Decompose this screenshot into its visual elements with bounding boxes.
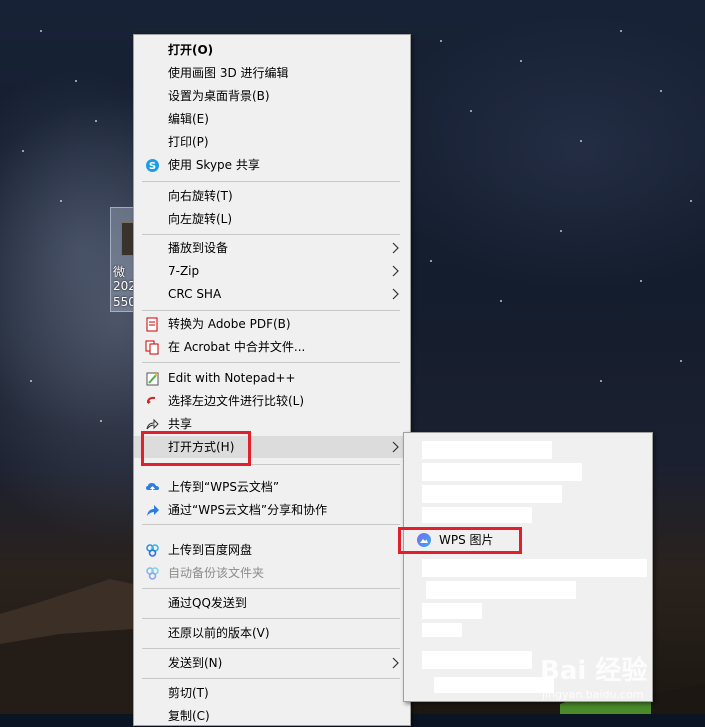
menu-item-edit-with-paint3d[interactable]: 使用画图 3D 进行编辑 [134, 62, 410, 84]
skype-icon: S [146, 159, 159, 172]
menu-item-label: Edit with Notepad++ [168, 371, 296, 385]
menu-item-label: 上传到百度网盘 [168, 543, 253, 557]
menu-separator [142, 310, 400, 311]
menu-separator [142, 588, 400, 589]
menu-item-label: 打开(O) [168, 43, 214, 57]
menu-item-label: 使用画图 3D 进行编辑 [168, 66, 289, 80]
menu-item-label: 复制(C) [168, 709, 210, 723]
redacted-submenu-item [422, 651, 532, 669]
menu-item-label: 向右旋转(T) [168, 189, 233, 203]
watermark-text: Bai 经验 [540, 656, 648, 686]
menu-item-send-to[interactable]: 发送到(N) [134, 652, 410, 674]
menu-item-edit-with-notepadpp[interactable]: Edit with Notepad++ [134, 367, 410, 389]
compare-icon [147, 396, 156, 404]
menu-item-label: 打印(P) [168, 135, 209, 149]
menu-item-edit[interactable]: 编辑(E) [134, 108, 410, 130]
cloud-upload-icon [146, 483, 159, 492]
menu-item-share-with-skype[interactable]: S 使用 Skype 共享 [134, 154, 410, 176]
chevron-right-icon [392, 441, 399, 453]
menu-item-open[interactable]: 打开(O) [134, 39, 410, 61]
baidu-jingyan-watermark: Bai 经验 jingyan.baidu.com [536, 640, 701, 710]
context-menu: 打开(O) 使用画图 3D 进行编辑 设置为桌面背景(B) 编辑(E) 打印(P… [133, 34, 411, 726]
menu-item-label: 使用 Skype 共享 [168, 158, 260, 172]
menu-separator [142, 362, 400, 363]
chevron-right-icon [392, 242, 399, 254]
menu-item-select-left-compare[interactable]: 选择左边文件进行比较(L) [134, 390, 410, 412]
menu-item-label: 上传到“WPS云文档” [168, 480, 280, 494]
menu-item-cut[interactable]: 剪切(T) [134, 682, 410, 704]
menu-item-label: 通过“WPS云文档”分享和协作 [168, 503, 328, 517]
redacted-submenu-item [426, 581, 576, 599]
menu-separator [142, 234, 400, 235]
redacted-submenu-item [422, 623, 462, 637]
share-icon [146, 418, 159, 430]
baidu-netdisk-icon [146, 567, 159, 580]
acrobat-combine-icon [145, 340, 159, 355]
menu-item-label: 共享 [168, 417, 193, 431]
menu-item-restore-previous-versions[interactable]: 还原以前的版本(V) [134, 622, 410, 644]
menu-item-label: 向左旋转(L) [168, 212, 233, 226]
menu-separator [142, 648, 400, 649]
menu-item-share-via-wps-cloud[interactable]: 通过“WPS云文档”分享和协作 [134, 499, 410, 521]
chevron-right-icon [392, 657, 399, 669]
menu-item-convert-to-pdf[interactable]: 转换为 Adobe PDF(B) [134, 313, 410, 335]
menu-item-label: 设置为桌面背景(B) [168, 89, 270, 103]
menu-item-label: 7-Zip [168, 264, 200, 278]
redacted-submenu-item [422, 507, 532, 523]
menu-item-cast-to-device[interactable]: 播放到设备 [134, 237, 410, 259]
menu-item-send-via-qq[interactable]: 通过QQ发送到 [134, 592, 410, 614]
menu-item-crc-sha[interactable]: CRC SHA [134, 283, 410, 305]
menu-item-label: 还原以前的版本(V) [168, 626, 270, 640]
chevron-right-icon [392, 288, 399, 300]
menu-item-rotate-right[interactable]: 向右旋转(T) [134, 185, 410, 207]
menu-item-label: CRC SHA [168, 287, 222, 301]
menu-item-label: 自动备份该文件夹 [168, 566, 265, 580]
menu-item-label: 发送到(N) [168, 656, 223, 670]
menu-item-copy[interactable]: 复制(C) [134, 705, 410, 727]
menu-item-label: 转换为 Adobe PDF(B) [168, 317, 291, 331]
baidu-netdisk-icon [146, 544, 159, 557]
adobe-pdf-icon [146, 317, 158, 332]
menu-item-label: 播放到设备 [168, 241, 229, 255]
redacted-submenu-item [422, 559, 647, 577]
file-name-line-1: 微 [113, 265, 126, 279]
menu-item-print[interactable]: 打印(P) [134, 131, 410, 153]
menu-item-label: 在 Acrobat 中合并文件... [168, 340, 306, 354]
svg-text:S: S [149, 161, 156, 172]
annotation-highlight-wps-picture [398, 527, 522, 554]
notepadpp-icon [146, 372, 159, 386]
menu-item-label: 通过QQ发送到 [168, 596, 247, 610]
menu-separator [142, 678, 400, 679]
menu-separator [142, 524, 400, 525]
menu-item-auto-backup-folder[interactable]: 自动备份该文件夹 [134, 562, 410, 584]
menu-item-set-as-background[interactable]: 设置为桌面背景(B) [134, 85, 410, 107]
redacted-submenu-item [422, 485, 562, 503]
menu-item-label: 编辑(E) [168, 112, 209, 126]
menu-item-label: 选择左边文件进行比较(L) [168, 394, 305, 408]
share-arrow-icon [147, 505, 159, 516]
menu-item-combine-in-acrobat[interactable]: 在 Acrobat 中合并文件... [134, 336, 410, 358]
menu-item-rotate-left[interactable]: 向左旋转(L) [134, 208, 410, 230]
redacted-submenu-item [422, 463, 582, 481]
menu-item-upload-wps-cloud[interactable]: 上传到“WPS云文档” [134, 476, 410, 498]
menu-item-upload-baidu-netdisk[interactable]: 上传到百度网盘 [134, 539, 410, 561]
redacted-submenu-item [422, 441, 552, 459]
redacted-submenu-item [422, 603, 482, 619]
menu-separator [142, 181, 400, 182]
menu-item-label: 剪切(T) [168, 686, 209, 700]
watermark-url: jingyan.baidu.com [542, 688, 644, 701]
annotation-highlight-open-with [141, 431, 251, 466]
menu-separator [142, 618, 400, 619]
chevron-right-icon [392, 265, 399, 277]
menu-item-7zip[interactable]: 7-Zip [134, 260, 410, 282]
